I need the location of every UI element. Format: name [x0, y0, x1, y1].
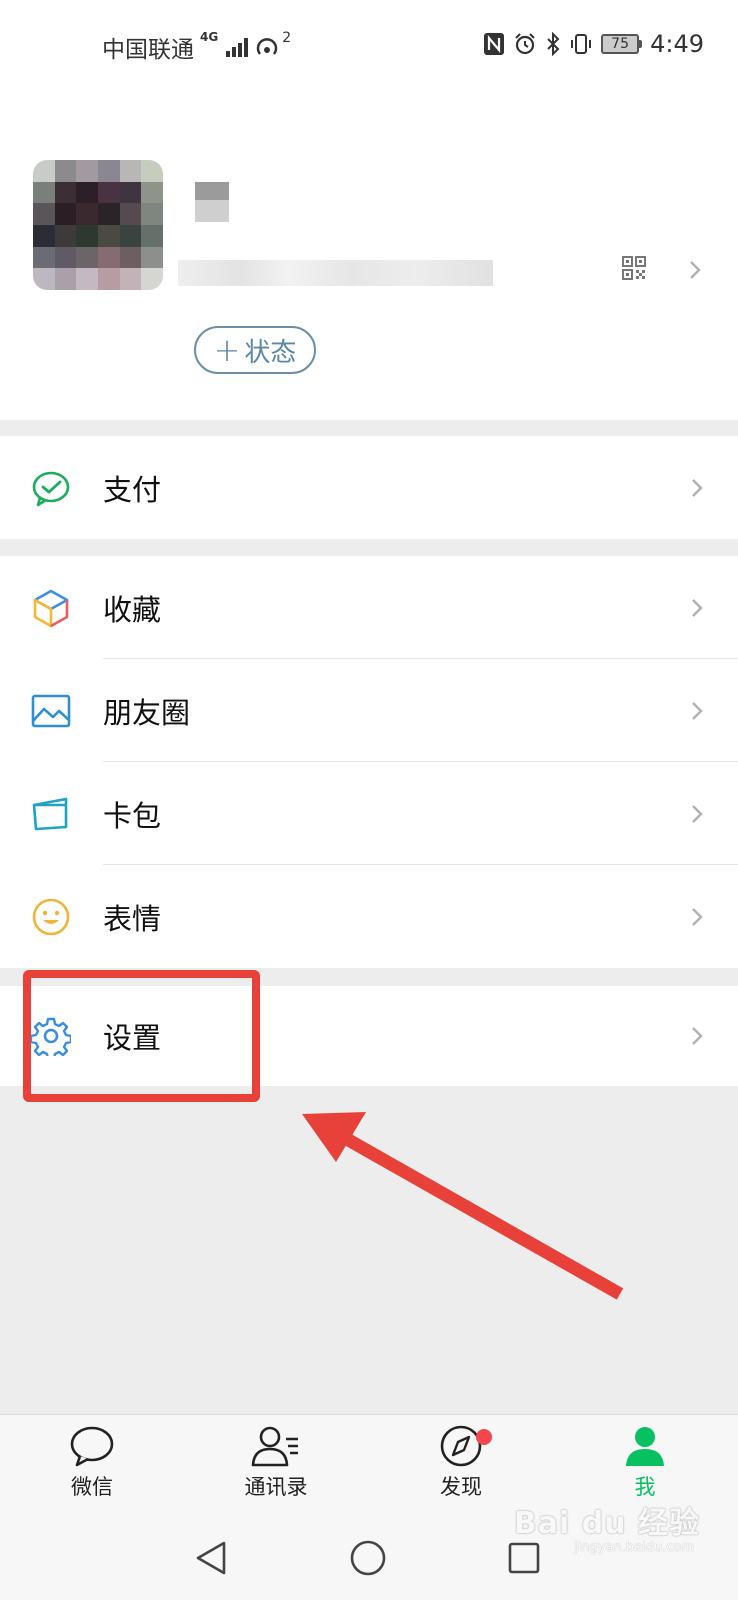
wechat-id-redacted — [178, 260, 493, 286]
tab-label: 发现 — [440, 1475, 482, 1499]
moments-image-icon — [31, 694, 71, 727]
tab-me[interactable]: 我 — [585, 1425, 705, 1501]
nickname-redacted — [195, 182, 229, 222]
chevron-right-icon — [692, 1027, 703, 1045]
menu-label-favorites: 收藏 — [103, 592, 162, 627]
menu-item-favorites[interactable]: 收藏 — [0, 556, 738, 659]
unread-dot — [476, 1429, 492, 1445]
smiley-icon — [32, 898, 70, 935]
battery-level: 75 — [601, 34, 640, 54]
chevron-right-icon — [692, 598, 703, 617]
avatar[interactable] — [33, 160, 163, 290]
tab-label: 通讯录 — [244, 1475, 308, 1499]
chevron-right-icon — [692, 907, 703, 926]
tab-contacts[interactable]: 通讯录 — [216, 1425, 336, 1501]
recents-icon[interactable] — [508, 1542, 540, 1574]
network-type: 4G — [200, 30, 219, 44]
chat-bubble-icon — [70, 1426, 114, 1467]
pay-group: 支付 — [0, 436, 738, 539]
contacts-icon — [251, 1426, 298, 1467]
menu-label-stickers: 表情 — [103, 901, 162, 936]
alarm-icon — [515, 33, 535, 55]
favorites-cube-icon — [33, 589, 69, 627]
clock: 4:49 — [650, 30, 704, 58]
carrier-label: 中国联通 — [102, 37, 194, 63]
person-icon — [626, 1427, 664, 1466]
tab-discover[interactable]: 发现 — [401, 1425, 521, 1501]
signal-icon — [226, 37, 249, 57]
chevron-right-icon — [692, 701, 703, 720]
tab-label: 微信 — [71, 1475, 113, 1499]
bluetooth-icon — [547, 32, 560, 56]
status-left: 中国联通 4G 2 — [102, 30, 291, 64]
profile-header[interactable]: + 状态 — [0, 92, 738, 420]
status-bar: 中国联通 4G 2 75 4:49 — [0, 0, 738, 92]
highlight-box — [23, 970, 260, 1102]
wechat-pay-icon — [32, 471, 70, 506]
menu-item-pay[interactable]: 支付 — [0, 436, 738, 539]
hotspot-count: 2 — [282, 30, 292, 46]
home-icon[interactable] — [350, 1540, 386, 1576]
vibrate-icon — [571, 34, 592, 54]
status-right: 75 4:49 — [483, 30, 704, 58]
chevron-right-icon — [690, 261, 701, 279]
chevron-right-icon — [692, 804, 703, 823]
menu-label-pay: 支付 — [103, 472, 162, 507]
tab-chats[interactable]: 微信 — [32, 1425, 152, 1501]
battery-icon: 75 — [601, 34, 643, 54]
menu-label-moments: 朋友圈 — [103, 695, 191, 730]
watermark: Bai du 经验 — [513, 1506, 700, 1541]
card-wallet-icon — [32, 797, 68, 830]
tab-label: 我 — [634, 1475, 656, 1499]
menu-item-cards[interactable]: 卡包 — [0, 762, 738, 865]
watermark-url: jingyan.baidu.com — [574, 1540, 694, 1555]
hotspot-icon — [257, 38, 278, 55]
add-status-button[interactable]: + 状态 — [194, 326, 316, 374]
plus-icon: + — [213, 331, 241, 369]
features-group: 收藏 朋友圈 卡包 表情 — [0, 556, 738, 968]
menu-label-cards: 卡包 — [103, 798, 162, 833]
menu-item-moments[interactable]: 朋友圈 — [0, 659, 738, 762]
chevron-right-icon — [692, 478, 703, 497]
qr-code-icon[interactable] — [622, 256, 646, 280]
menu-item-stickers[interactable]: 表情 — [0, 865, 738, 968]
back-icon[interactable] — [194, 1540, 228, 1576]
status-button-label: 状态 — [244, 337, 297, 368]
nfc-icon — [484, 33, 505, 55]
